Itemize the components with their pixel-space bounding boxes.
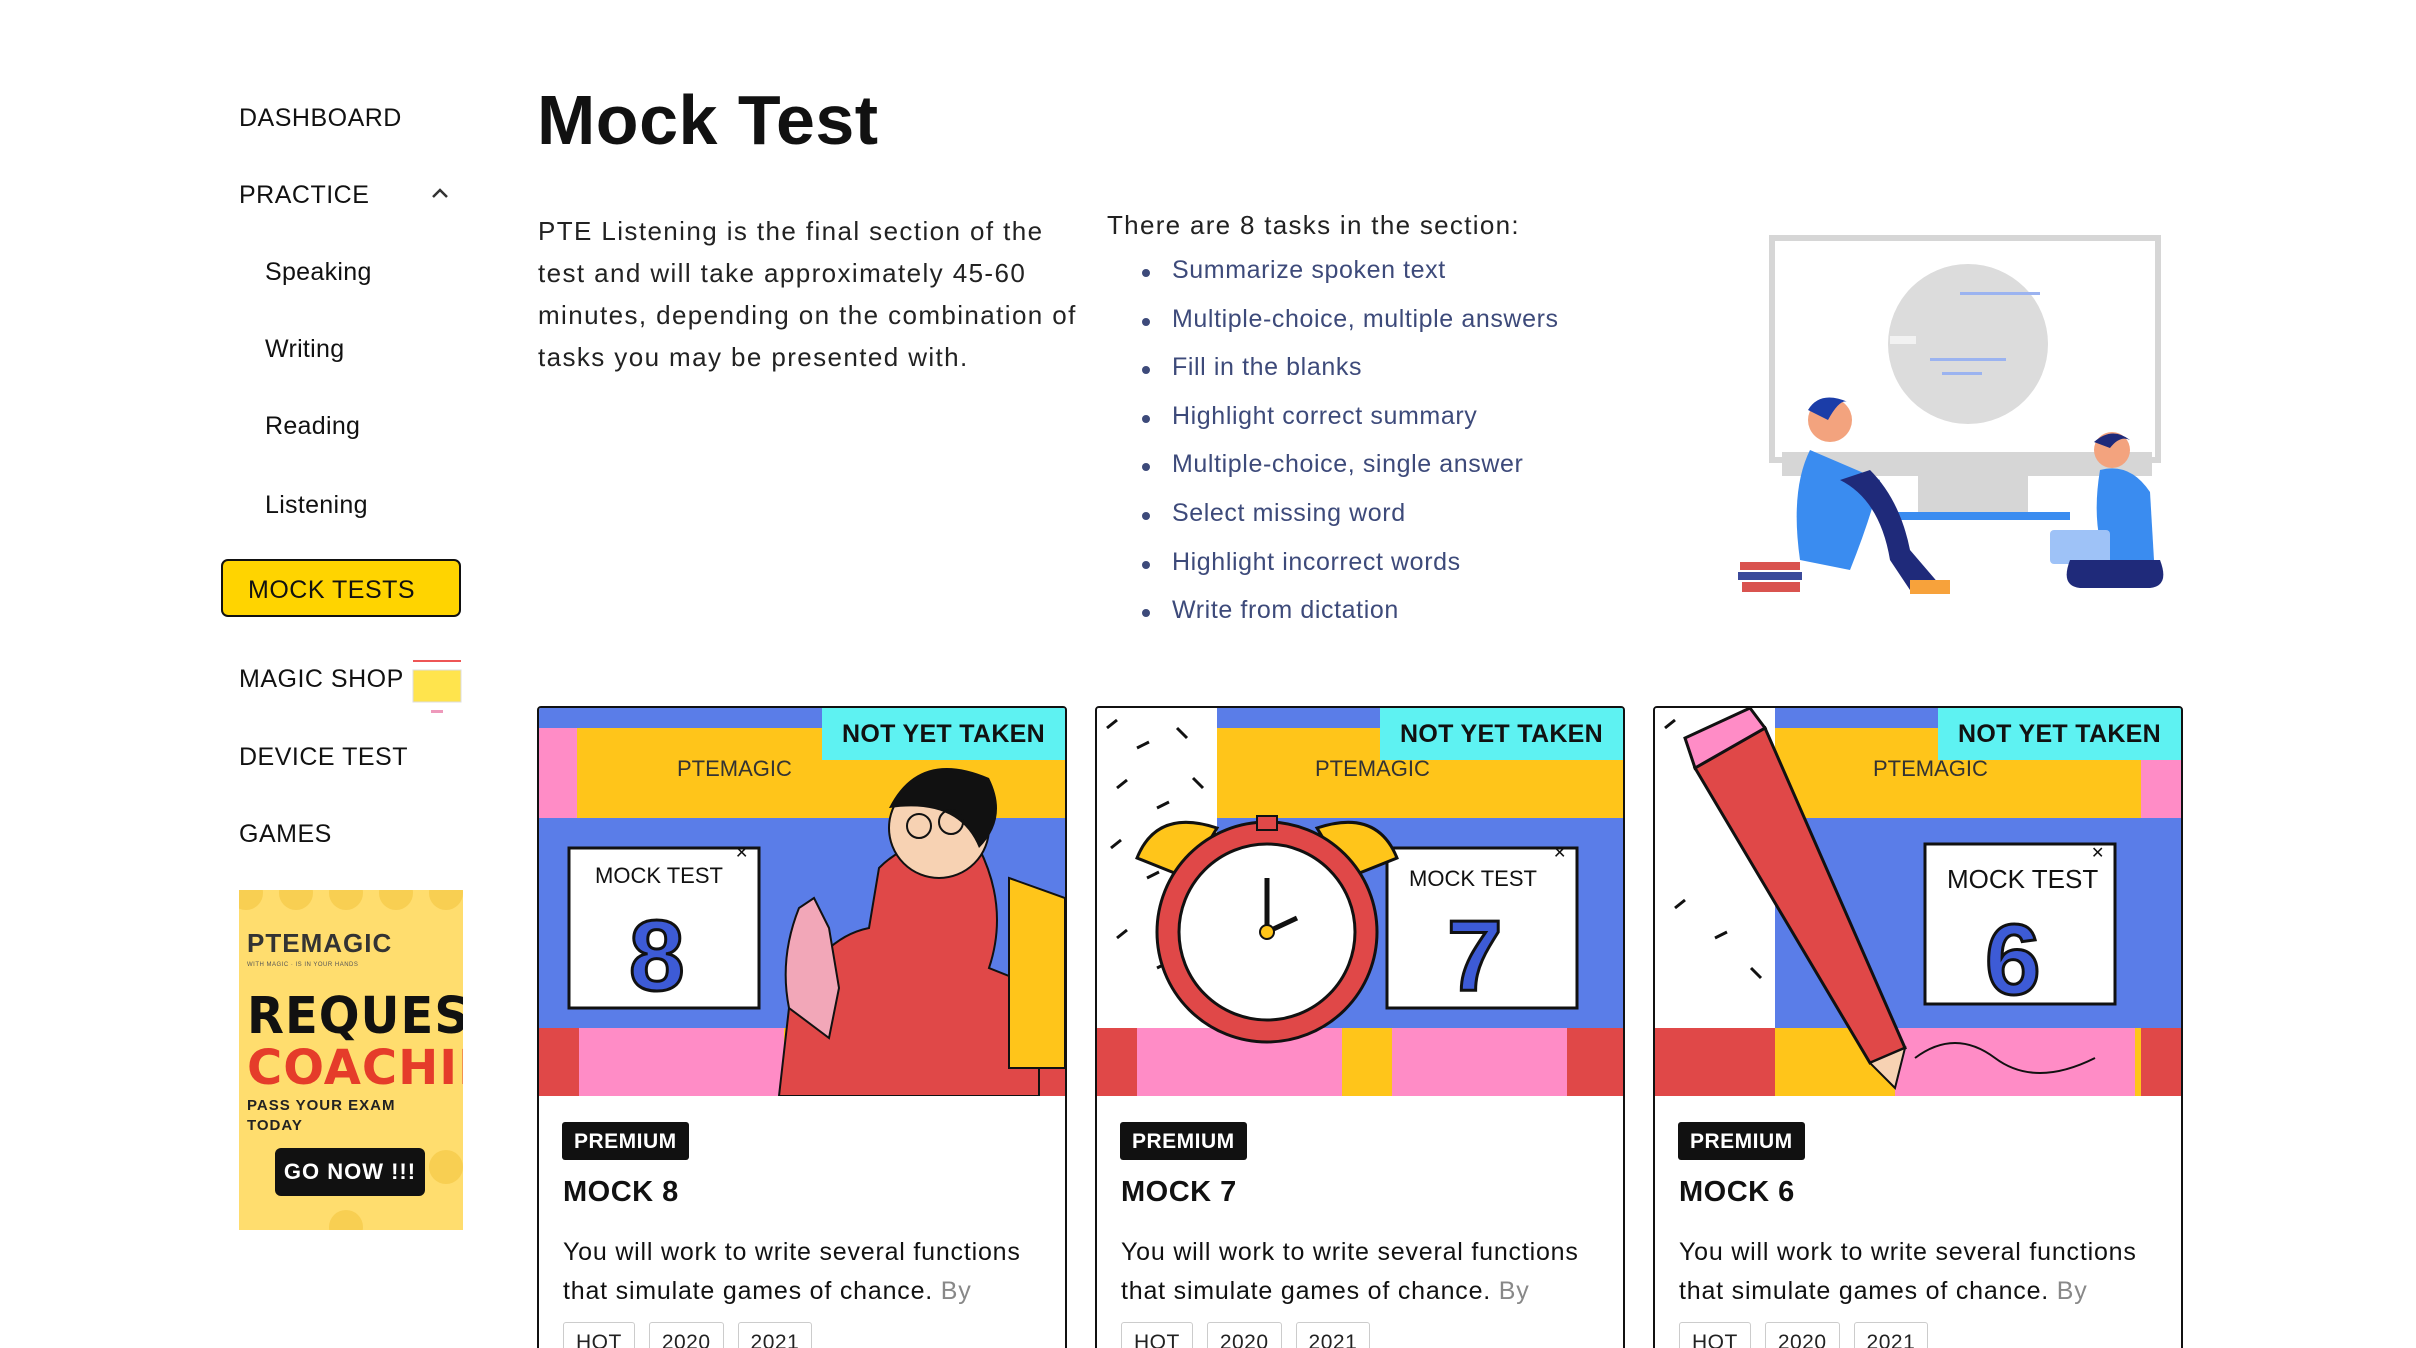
magic-shop-thumbnail <box>412 660 462 713</box>
tag[interactable]: HOT <box>563 1322 635 1348</box>
card-description: You will work to write several functions… <box>1679 1238 2137 1305</box>
mock-test-card[interactable]: PTEMAGIC MOCK TEST ✕ 8 NOT YET TAKEN PRE… <box>537 706 1067 1348</box>
card-tags: HOT 2020 2021 <box>1679 1322 1929 1348</box>
intro-text: PTE Listening is the final section of th… <box>538 216 1077 372</box>
mock-6-artwork: PTEMAGIC MOCK TEST ✕ 6 <box>1655 708 2181 1096</box>
premium-badge: PREMIUM <box>1120 1122 1247 1160</box>
card-tags: HOT 2020 2021 <box>1121 1322 1371 1348</box>
promo-heading-line2: COACHING <box>247 1040 463 1096</box>
sidebar-item-dashboard[interactable]: DASHBOARD <box>239 104 402 133</box>
tag[interactable]: 2021 <box>1853 1322 1929 1348</box>
task-item: Summarize spoken text <box>1142 256 1559 305</box>
art-number: 8 <box>629 900 685 1012</box>
promo-go-button[interactable]: GO NOW !!! <box>275 1148 425 1196</box>
art-label: MOCK TEST <box>1409 866 1537 891</box>
sidebar-item-magic-shop[interactable]: MAGIC SHOP <box>239 665 404 694</box>
card-title: MOCK 6 <box>1679 1176 1795 1208</box>
tag[interactable]: 2021 <box>1295 1322 1371 1348</box>
art-number: 6 <box>1985 904 2041 1016</box>
task-item: Write from dictation <box>1142 596 1559 645</box>
card-title: MOCK 7 <box>1121 1176 1237 1208</box>
sidebar-item-reading[interactable]: Reading <box>265 412 360 441</box>
promo-logo: PTEMAGIC <box>247 928 393 958</box>
tag[interactable]: 2020 <box>648 1322 724 1348</box>
tag[interactable]: 2020 <box>1206 1322 1282 1348</box>
mock-8-artwork: PTEMAGIC MOCK TEST ✕ 8 <box>539 708 1065 1096</box>
mock-test-card[interactable]: PTEMAGIC MOCK TEST ✕ 6 NOT YET TAKEN PRE… <box>1653 706 2183 1348</box>
card-description: You will work to write several functions… <box>563 1238 1021 1305</box>
tag[interactable]: HOT <box>1121 1322 1193 1348</box>
card-title: MOCK 8 <box>563 1176 679 1208</box>
premium-badge: PREMIUM <box>562 1122 689 1160</box>
art-label: MOCK TEST <box>595 863 723 888</box>
art-label: MOCK TEST <box>1947 864 2098 894</box>
tag[interactable]: HOT <box>1679 1322 1751 1348</box>
art-logo: PTEMAGIC <box>677 756 792 781</box>
chevron-up-icon[interactable] <box>429 182 451 204</box>
promo-tagline: WITH MAGIC · IS IN YOUR HANDS <box>247 962 359 968</box>
tag[interactable]: 2020 <box>1764 1322 1840 1348</box>
page-title: Mock Test <box>537 81 879 159</box>
task-item: Fill in the blanks <box>1142 353 1559 402</box>
sidebar-item-device-test[interactable]: DEVICE TEST <box>239 743 408 772</box>
promo-heading-line1: REQUEST <box>247 986 463 1046</box>
request-coaching-banner[interactable]: PTEMAGIC WITH MAGIC · IS IN YOUR HANDS R… <box>239 890 463 1230</box>
premium-badge: PREMIUM <box>1678 1122 1805 1160</box>
close-icon: ✕ <box>735 845 748 862</box>
task-item: Highlight correct summary <box>1142 402 1559 451</box>
tasks-heading: There are 8 tasks in the section: <box>1107 210 1520 240</box>
sidebar-item-writing[interactable]: Writing <box>265 335 344 364</box>
sidebar-item-games[interactable]: GAMES <box>239 820 332 849</box>
mock-test-card[interactable]: PTEMAGIC MOCK TEST ✕ 7 NOT YET TAKEN PRE… <box>1095 706 1625 1348</box>
tag[interactable]: 2021 <box>737 1322 813 1348</box>
close-icon: ✕ <box>1553 845 1566 862</box>
task-list: Summarize spoken text Multiple-choice, m… <box>1142 256 1559 645</box>
status-badge: NOT YET TAKEN <box>1938 708 2181 760</box>
sidebar-item-speaking[interactable]: Speaking <box>265 258 372 287</box>
status-badge: NOT YET TAKEN <box>1380 708 1623 760</box>
sidebar-item-listening[interactable]: Listening <box>265 491 368 520</box>
card-tags: HOT 2020 2021 <box>563 1322 813 1348</box>
status-badge: NOT YET TAKEN <box>822 708 1065 760</box>
close-icon: ✕ <box>2091 845 2104 862</box>
art-number: 7 <box>1447 900 1503 1012</box>
study-illustration <box>1738 235 2164 594</box>
promo-subtext: PASS YOUR EXAM TODAY <box>247 1097 396 1134</box>
task-item: Highlight incorrect words <box>1142 548 1559 597</box>
task-item: Select missing word <box>1142 499 1559 548</box>
sidebar-item-practice[interactable]: PRACTICE <box>239 181 369 210</box>
task-item: Multiple-choice, multiple answers <box>1142 305 1559 354</box>
task-item: Multiple-choice, single answer <box>1142 450 1559 499</box>
mock-7-artwork: PTEMAGIC MOCK TEST ✕ 7 <box>1097 708 1623 1096</box>
sidebar-item-mock-tests[interactable]: MOCK TESTS <box>221 559 461 617</box>
card-description: You will work to write several functions… <box>1121 1238 1579 1305</box>
